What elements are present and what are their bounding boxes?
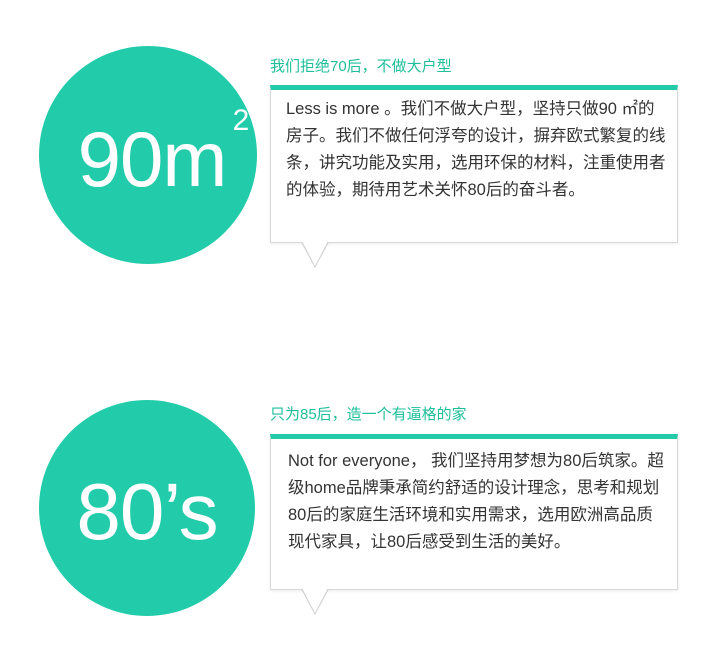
section1-speech-bubble: Less is more 。我们不做大户型，坚持只做90 ㎡的房子。我们不做任何… xyxy=(270,85,678,268)
generation-badge-circle: 80’s xyxy=(39,400,255,616)
section2-speech-bubble: Not for everyone， 我们坚持用梦想为80后筑家。超级home品牌… xyxy=(270,434,678,615)
area-badge-circle: 90m 2 xyxy=(39,46,257,264)
bubble-tail xyxy=(302,588,328,613)
section1-heading: 我们拒绝70后，不做大户型 xyxy=(270,58,452,75)
area-superscript: 2 xyxy=(232,104,250,137)
section2-heading: 只为85后，造一个有逼格的家 xyxy=(270,406,467,423)
generation-badge-text: 80’s xyxy=(76,467,218,556)
section2-body: Not for everyone， 我们坚持用梦想为80后筑家。超级home品牌… xyxy=(288,452,664,551)
bubble-tail xyxy=(302,241,328,266)
area-badge-text: 90m 2 xyxy=(78,106,250,199)
section1-body: Less is more 。我们不做大户型，坚持只做90 ㎡的房子。我们不做任何… xyxy=(286,100,666,199)
area-value: 90m xyxy=(77,115,228,203)
